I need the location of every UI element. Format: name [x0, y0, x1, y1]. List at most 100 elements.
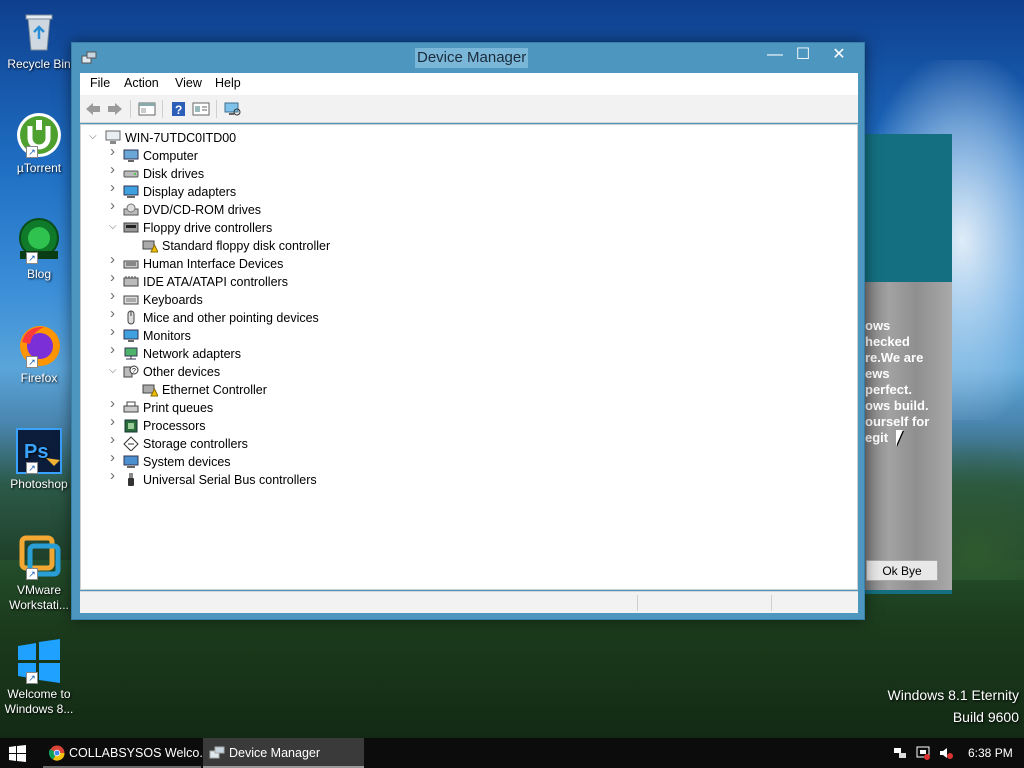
tree-item-label: Display adapters	[143, 185, 237, 199]
tree-item-label: System devices	[143, 455, 231, 469]
menu-help[interactable]: Help	[215, 76, 241, 90]
chevron-right-icon[interactable]: ›	[110, 468, 120, 483]
menu-view[interactable]: View	[175, 76, 202, 90]
tree-item-label: Keyboards	[143, 293, 203, 307]
windows-watermark: Windows 8.1 Eternity Build 9600	[888, 684, 1020, 728]
maximize-button[interactable]: ☐	[786, 43, 820, 69]
tree-item-label: Processors	[143, 419, 206, 433]
tree-item-label: Network adapters	[143, 347, 241, 361]
hid-icon	[123, 260, 139, 269]
unknown-device-icon: ?	[123, 365, 139, 378]
chevron-right-icon[interactable]: ›	[110, 324, 120, 339]
desktop-icon-recycle-bin[interactable]: Recycle Bin	[4, 8, 74, 72]
background-dialog[interactable]: ows hecked re.We are ews perfect. ows bu…	[862, 134, 952, 594]
device-manager-window[interactable]: Device Manager — ☐ ✕ File Action View He…	[71, 42, 865, 620]
tree-item-label: IDE ATA/ATAPI controllers	[143, 275, 288, 289]
network-adapter-icon	[124, 347, 138, 360]
shortcut-arrow-icon: ↗	[26, 568, 38, 580]
tree-item-label: Standard floppy disk controller	[162, 239, 331, 253]
status-bar	[80, 591, 858, 613]
title-bar[interactable]: Device Manager — ☐ ✕	[72, 43, 864, 73]
taskbar-clock[interactable]: 6:38 PM	[968, 738, 1013, 768]
monitor-scan-icon[interactable]	[223, 101, 241, 117]
tree-item-label: Monitors	[143, 329, 191, 343]
volume-muted-icon[interactable]	[939, 746, 953, 760]
desktop-icon-label: Recycle Bin	[7, 57, 71, 71]
desktop-icon-photoshop[interactable]: Ps ↗ Photoshop	[4, 428, 74, 492]
toolbar-separator	[130, 100, 131, 118]
tree-item-label: Human Interface Devices	[143, 257, 284, 271]
chevron-right-icon[interactable]: ›	[110, 396, 120, 411]
chevron-right-icon[interactable]: ›	[110, 450, 120, 465]
background-dialog-message: ows hecked re.We are ews perfect. ows bu…	[865, 318, 930, 445]
desktop-icon-label: Welcome to Windows 8...	[4, 687, 74, 716]
shortcut-arrow-icon: ↗	[26, 462, 38, 474]
chevron-right-icon[interactable]: ›	[110, 288, 120, 303]
shortcut-arrow-icon: ↗	[26, 672, 38, 684]
disk-drive-icon	[123, 170, 139, 178]
start-button[interactable]	[9, 745, 26, 762]
taskbar-item-label: Device Manager	[229, 746, 321, 760]
chevron-right-icon[interactable]: ›	[110, 162, 120, 177]
close-button[interactable]: ✕	[822, 43, 856, 69]
display-adapter-icon	[123, 185, 139, 198]
tree-item-label: Universal Serial Bus controllers	[143, 473, 317, 487]
forward-arrow-icon[interactable]	[106, 101, 124, 117]
network-icon[interactable]	[893, 746, 907, 760]
desktop-icon-label: Firefox	[20, 371, 58, 385]
chevron-down-icon[interactable]: ⌵	[109, 366, 119, 376]
taskbar-item-collabsysos[interactable]: COLLABSYSOS Welco...	[43, 738, 210, 768]
chevron-right-icon[interactable]: ›	[110, 414, 120, 429]
menu-file[interactable]: File	[90, 76, 110, 90]
desktop-icon-label: VMware Workstati...	[9, 583, 69, 612]
chevron-down-icon[interactable]: ⌵	[89, 132, 99, 142]
computer-icon	[123, 149, 139, 162]
keyboard-icon	[123, 295, 139, 305]
desktop-icon-welcome[interactable]: ↗ Welcome to Windows 8...	[4, 638, 74, 717]
chevron-right-icon[interactable]: ›	[110, 198, 120, 213]
properties-pane-icon[interactable]	[138, 101, 156, 117]
menu-action[interactable]: Action	[124, 76, 159, 90]
chevron-down-icon[interactable]: ⌵	[109, 222, 119, 232]
watermark-edition: Windows 8.1 Eternity	[887, 687, 1020, 703]
window-title: Device Manager	[415, 48, 529, 68]
desktop-icon-utorrent[interactable]: ↗ µTorrent	[4, 112, 74, 176]
back-arrow-icon[interactable]	[84, 101, 102, 117]
help-icon[interactable]: ?	[170, 101, 188, 117]
tree-item-label: Floppy drive controllers	[143, 221, 273, 235]
mouse-cursor-icon	[896, 430, 903, 446]
warning-device-icon	[142, 384, 158, 397]
desktop-icon-blog[interactable]: ↗ Blog	[4, 218, 74, 282]
desktop-icon-firefox[interactable]: ↗ Firefox	[4, 322, 74, 386]
chevron-right-icon[interactable]: ›	[110, 144, 120, 159]
ok-bye-button[interactable]: Ok Bye	[866, 560, 938, 581]
desktop-icon-label: Photoshop	[10, 477, 68, 491]
tree-item-label: Storage controllers	[143, 437, 248, 451]
storage-controller-icon	[123, 436, 139, 451]
taskbar: COLLABSYSOS Welco... Device Manager 6:38…	[0, 738, 1024, 768]
warning-device-icon	[142, 240, 158, 253]
device-manager-icon	[209, 746, 225, 759]
device-list-icon[interactable]	[192, 101, 210, 117]
chevron-right-icon[interactable]: ›	[110, 432, 120, 447]
device-tree-pane[interactable]: ⌵ WIN-7UTDC0ITD00 › Computer › Disk drives ›…	[80, 124, 858, 590]
taskbar-item-label: COLLABSYSOS Welco...	[69, 746, 210, 760]
taskbar-item-device-manager[interactable]: Device Manager	[203, 738, 364, 768]
svg-text:?: ?	[132, 368, 136, 375]
system-device-icon	[123, 455, 139, 468]
recycle-bin-icon	[16, 8, 62, 54]
chevron-right-icon[interactable]: ›	[110, 180, 120, 195]
chevron-right-icon[interactable]: ›	[110, 270, 120, 285]
chevron-right-icon[interactable]: ›	[110, 252, 120, 267]
shortcut-arrow-icon: ↗	[26, 356, 38, 368]
chevron-right-icon[interactable]: ›	[110, 342, 120, 357]
tree-item-label: Print queues	[143, 401, 214, 415]
vmware-icon: ↗	[16, 534, 62, 580]
flag-icon[interactable]	[916, 746, 930, 760]
tree-item-label: Computer	[143, 149, 198, 163]
desktop-icon-label: µTorrent	[16, 161, 62, 175]
chevron-right-icon[interactable]: ›	[110, 306, 120, 321]
desktop-icon-vmware[interactable]: ↗ VMware Workstati...	[4, 534, 74, 613]
processor-icon	[124, 419, 138, 433]
ide-controller-icon	[123, 276, 139, 287]
